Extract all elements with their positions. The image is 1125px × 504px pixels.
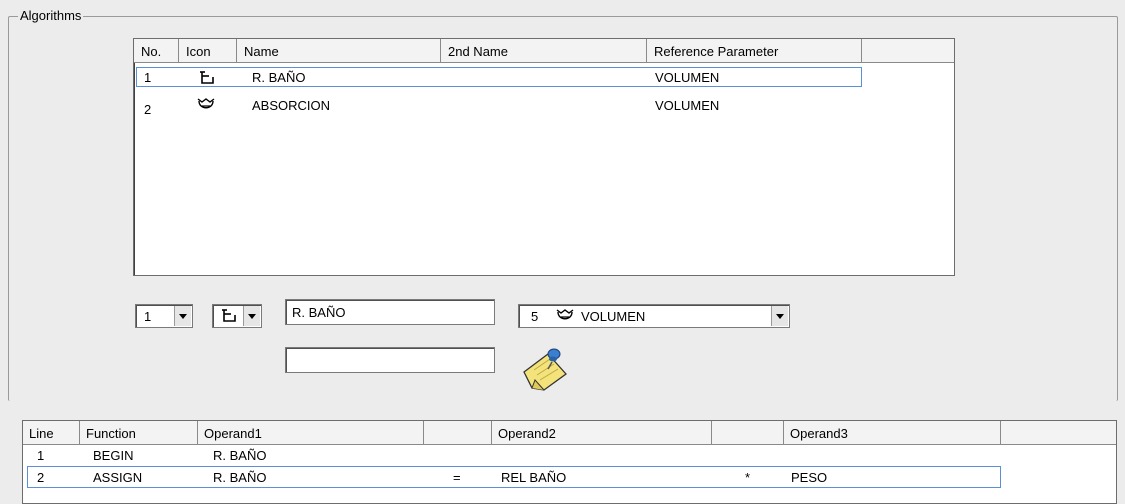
reference-value: VOLUMEN [581, 309, 646, 324]
line-operand3: PESO [791, 470, 828, 485]
number-select[interactable]: 1 [135, 304, 193, 328]
column-header-reference[interactable]: Reference Parameter [647, 39, 862, 63]
row-number: 2 [144, 102, 152, 117]
row-name: R. BAÑO [252, 70, 306, 85]
reference-number: 5 [531, 309, 539, 324]
chevron-down-icon[interactable] [174, 306, 191, 326]
bath-icon [222, 309, 236, 322]
sticky-note-pin-icon[interactable] [518, 344, 572, 394]
absorption-icon [197, 98, 215, 109]
number-select-value: 1 [144, 309, 152, 324]
algorithm-lines-table[interactable]: Line Function Operand1 Operand2 Operand3… [22, 420, 1117, 504]
column-header-line[interactable]: Line [23, 421, 80, 445]
column-header-function[interactable]: Function [80, 421, 198, 445]
column-header-2nd-name[interactable]: 2nd Name [441, 39, 647, 63]
chevron-down-icon[interactable] [243, 306, 260, 326]
column-header-filler [862, 39, 954, 63]
icon-select[interactable] [212, 304, 262, 328]
chevron-down-icon[interactable] [771, 306, 788, 326]
absorption-icon [556, 309, 574, 320]
column-header-filler [1001, 421, 1116, 445]
line-number: 2 [37, 470, 45, 485]
name-input[interactable]: R. BAÑO [285, 299, 495, 325]
column-header-no[interactable]: No. [134, 39, 179, 63]
second-name-input[interactable] [285, 347, 495, 373]
line-operand1: R. BAÑO [213, 448, 267, 463]
line-operator-a: = [453, 470, 461, 485]
line-function: ASSIGN [93, 470, 143, 485]
reference-select[interactable]: 5 VOLUMEN [518, 304, 790, 328]
column-header-icon[interactable]: Icon [179, 39, 237, 63]
column-header-operand1[interactable]: Operand1 [198, 421, 424, 445]
selected-row-highlight [136, 67, 862, 87]
row-number: 1 [144, 70, 152, 85]
column-header-operator-a[interactable] [424, 421, 492, 445]
group-title: Algorithms [18, 8, 84, 23]
column-header-operator-b[interactable] [712, 421, 784, 445]
algorithms-list[interactable]: No. Icon Name 2nd Name Reference Paramet… [133, 38, 955, 276]
column-header-operand2[interactable]: Operand2 [492, 421, 712, 445]
line-operator-b: * [745, 470, 751, 485]
line-operand2: REL BAÑO [501, 470, 567, 485]
column-header-name[interactable]: Name [237, 39, 441, 63]
row-reference: VOLUMEN [655, 70, 720, 85]
row-name: ABSORCION [252, 98, 331, 113]
bath-icon [200, 71, 214, 84]
row-reference: VOLUMEN [655, 98, 720, 113]
line-operand1: R. BAÑO [213, 470, 267, 485]
column-header-operand3[interactable]: Operand3 [784, 421, 1001, 445]
line-function: BEGIN [93, 448, 134, 463]
line-number: 1 [37, 448, 45, 463]
